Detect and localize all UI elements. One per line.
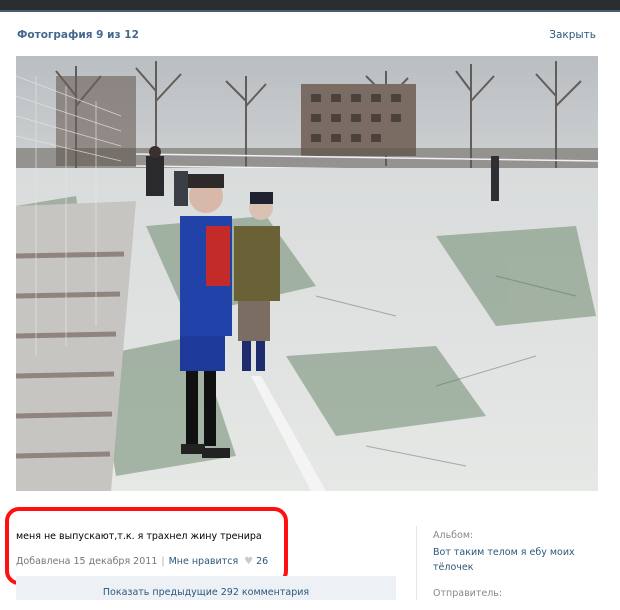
show-previous-comments-button[interactable]: Показать предыдущие 292 комментария: [16, 576, 396, 600]
photo-counter-title: Фотография 9 из 12: [17, 29, 139, 41]
photo-illustration: [16, 56, 598, 491]
close-button[interactable]: Закрыть: [549, 29, 596, 41]
divider: [416, 526, 417, 600]
photo-image[interactable]: [16, 56, 598, 491]
red-highlight-box: [5, 507, 288, 585]
photo-header: Фотография 9 из 12 Закрыть: [17, 29, 599, 45]
sender-label: Отправитель:: [433, 588, 503, 599]
photo-side-info: Альбом: Вот таким телом я ебу моих тёлоч…: [433, 530, 603, 599]
album-label: Альбом:: [433, 530, 474, 541]
top-bar-accent: [0, 10, 620, 12]
window-top-bar: [0, 0, 620, 12]
album-link[interactable]: Вот таким телом я ебу моих тёлочек: [433, 545, 603, 575]
